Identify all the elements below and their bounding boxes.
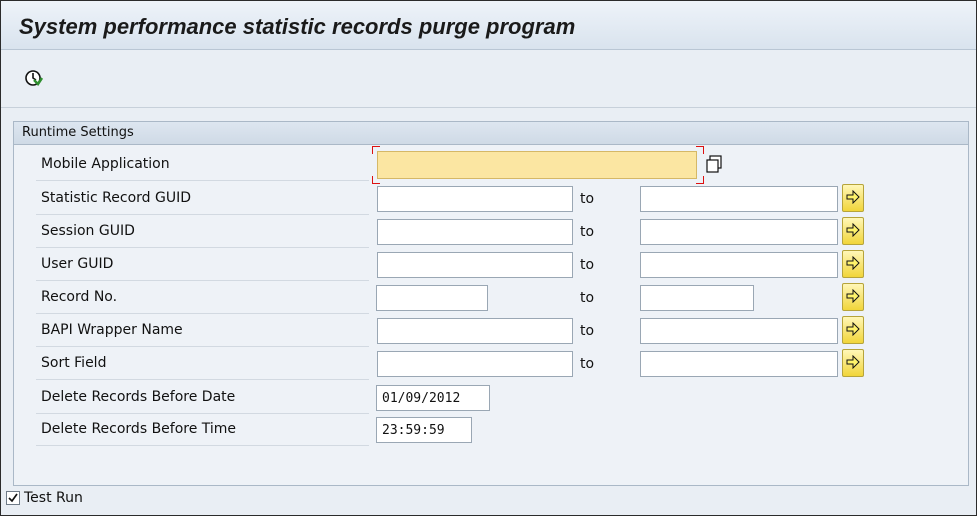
label-cell: Delete Records Before Date [36,383,369,414]
field-label: BAPI Wrapper Name [41,322,183,338]
row-delete-before-date: Delete Records Before Date [14,383,968,414]
bapi-wrapper-name-to-input[interactable] [640,318,838,344]
delete-before-date-input[interactable] [376,385,490,411]
execute-clock-icon[interactable] [24,68,44,88]
label-cell: Sort Field [36,349,369,380]
statistic-record-guid-from-input[interactable] [377,186,573,212]
user-guid-from-input[interactable] [377,252,573,278]
field-label: User GUID [41,256,114,272]
row-user-guid: User GUID to [14,250,968,281]
label-cell: Session GUID [36,217,369,248]
field-label: Statistic Record GUID [41,190,191,206]
to-label: to [580,356,595,372]
sap-window: System performance statistic records pur… [0,0,977,516]
field-label: Session GUID [41,223,135,239]
row-bapi-wrapper-name: BAPI Wrapper Name to [14,316,968,347]
statistic-record-guid-to-input[interactable] [640,186,838,212]
field-label: Mobile Application [41,156,170,172]
sort-field-to-input[interactable] [640,351,838,377]
record-no-from-input[interactable] [376,285,488,311]
arrow-right-icon [846,289,860,303]
multiple-selection-button[interactable] [842,217,864,245]
field-label: Delete Records Before Time [41,421,237,437]
title-bar: System performance statistic records pur… [1,1,976,50]
label-cell: Statistic Record GUID [36,184,369,215]
session-guid-to-input[interactable] [640,219,838,245]
field-label: Delete Records Before Date [41,389,236,405]
label-cell: Record No. [36,283,369,314]
bapi-wrapper-name-from-input[interactable] [377,318,573,344]
to-label: to [580,191,595,207]
delete-before-time-input[interactable] [376,417,472,443]
label-cell: User GUID [36,250,369,281]
test-run-label: Test Run [24,490,83,506]
arrow-right-icon [846,223,860,237]
multiple-selection-button[interactable] [842,184,864,212]
label-cell: Mobile Application [36,150,369,181]
session-guid-from-input[interactable] [377,219,573,245]
to-label: to [580,323,595,339]
record-no-to-input[interactable] [640,285,754,311]
multiple-selection-button[interactable] [842,283,864,311]
checkmark-icon [8,493,18,503]
row-sort-field: Sort Field to [14,349,968,380]
copy-icon[interactable] [705,154,723,174]
multiple-selection-button[interactable] [842,316,864,344]
label-cell: BAPI Wrapper Name [36,316,369,347]
row-delete-before-time: Delete Records Before Time [14,415,968,446]
mobile-application-input[interactable] [377,151,697,179]
to-label: to [580,224,595,240]
application-toolbar [1,50,976,108]
field-label: Sort Field [41,355,107,371]
row-statistic-record-guid: Statistic Record GUID to [14,184,968,215]
label-cell: Delete Records Before Time [36,415,369,446]
multiple-selection-button[interactable] [842,349,864,377]
runtime-settings-group: Runtime Settings Mobile Application Stat… [13,121,969,486]
test-run-option: Test Run [6,487,306,511]
user-guid-to-input[interactable] [640,252,838,278]
selection-screen: Runtime Settings Mobile Application Stat… [1,108,976,515]
sort-field-from-input[interactable] [377,351,573,377]
field-label: Record No. [41,289,118,305]
row-mobile-application: Mobile Application [14,146,968,184]
test-run-checkbox[interactable] [6,491,20,505]
arrow-right-icon [846,190,860,204]
group-title: Runtime Settings [22,125,134,140]
row-record-no: Record No. to [14,283,968,314]
to-label: to [580,290,595,306]
group-header: Runtime Settings [14,122,968,145]
multiple-selection-button[interactable] [842,250,864,278]
row-session-guid: Session GUID to [14,217,968,248]
page-title: System performance statistic records pur… [19,14,576,39]
arrow-right-icon [846,355,860,369]
to-label: to [580,257,595,273]
arrow-right-icon [846,322,860,336]
arrow-right-icon [846,256,860,270]
